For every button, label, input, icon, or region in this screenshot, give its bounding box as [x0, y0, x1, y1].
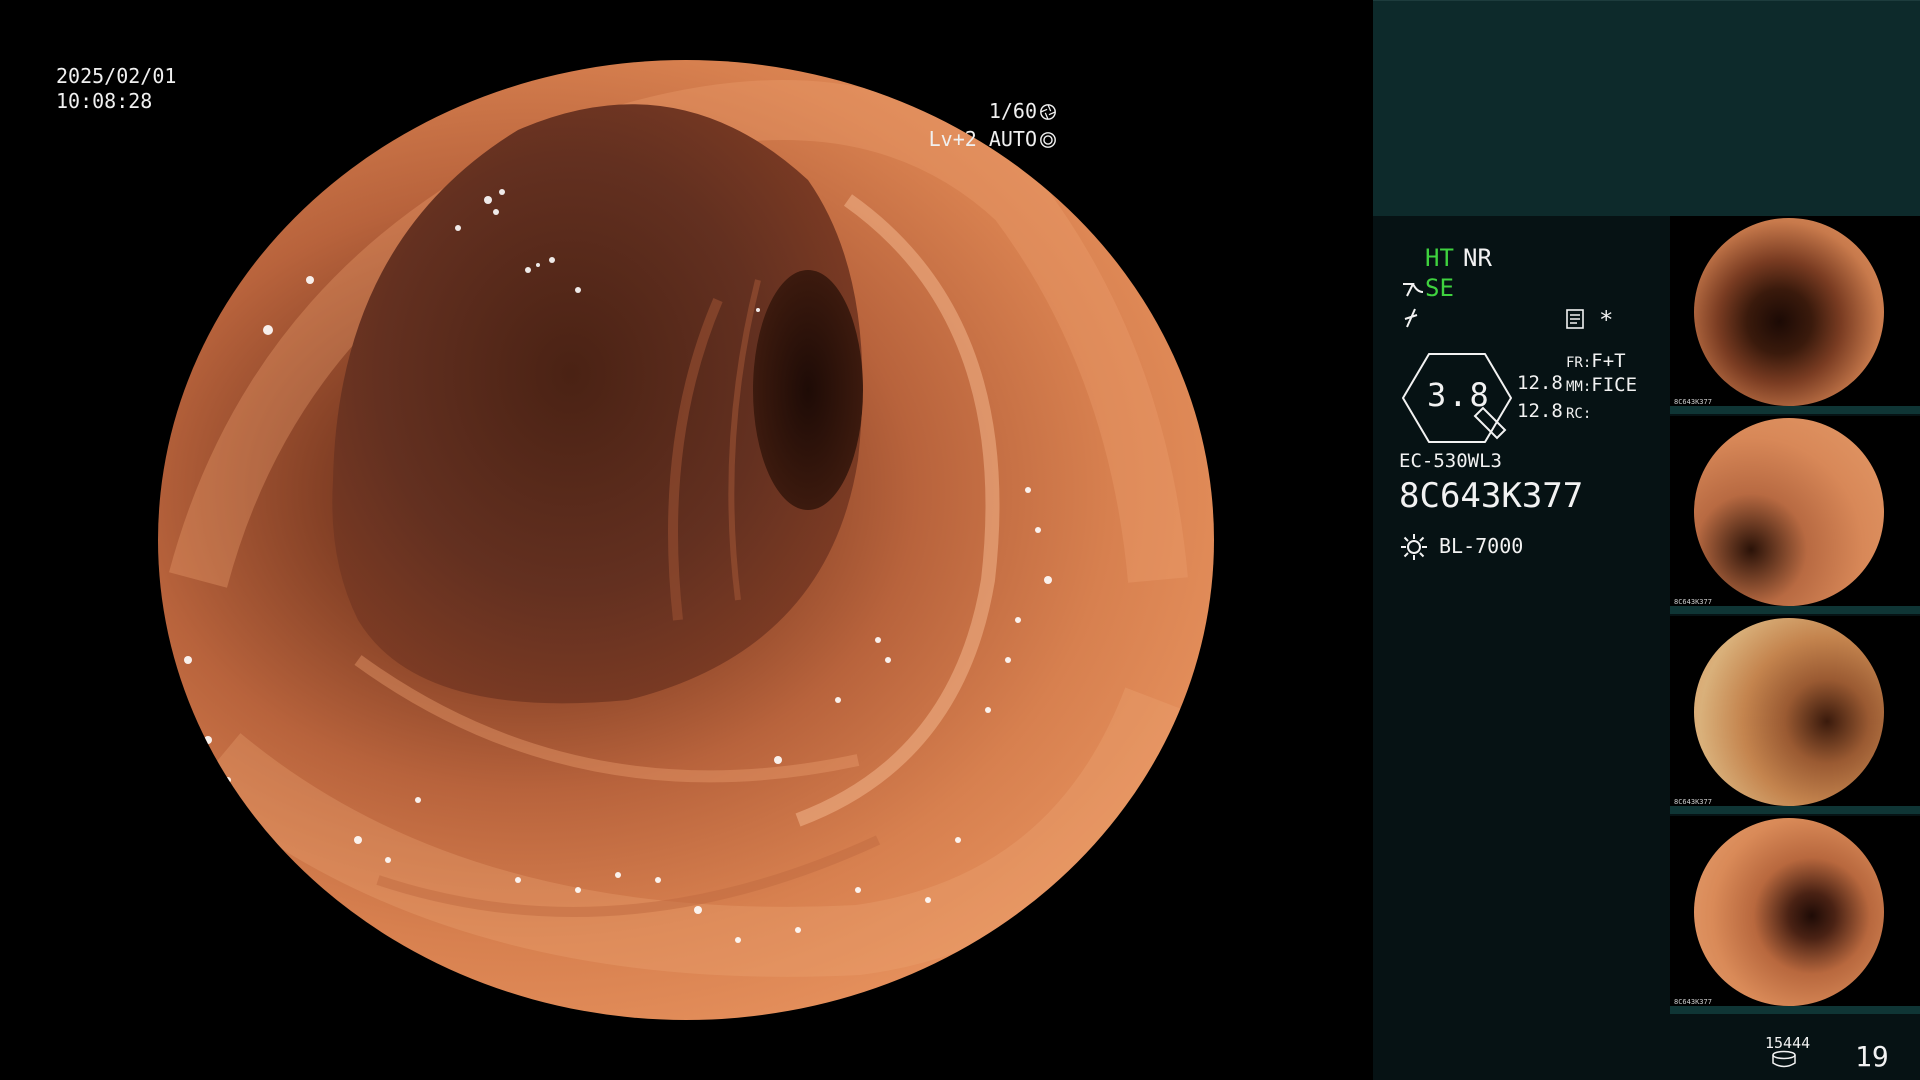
thumbnail-bar [1670, 806, 1920, 814]
rc-label: RC: [1566, 406, 1592, 422]
thumbnail-serial: 8C643K377 [1674, 398, 1712, 406]
freeze-icon [1404, 308, 1418, 328]
datetime-readout: 2025/02/01 10:08:28 [56, 64, 176, 114]
mm-row: MM:FICE [1566, 374, 1637, 396]
info-body [1373, 216, 1673, 1080]
level-readout: Lv+2 AUTO [929, 127, 1057, 152]
time-text: 10:08:28 [56, 89, 153, 113]
mode-se-label: SE [1425, 274, 1454, 302]
value-a: 12.8 [1517, 372, 1563, 394]
memo-icon [1566, 309, 1584, 329]
zoom-value: 3.8 [1427, 376, 1491, 414]
thumbnail-bar [1670, 1006, 1920, 1014]
aperture-icon [1040, 104, 1056, 120]
mode-nr-label: NR [1463, 244, 1492, 272]
scope-model: EC-530WL3 [1399, 450, 1502, 472]
mm-value: FICE [1591, 374, 1638, 396]
thumbnail-image [1694, 818, 1884, 1006]
shutter-readout: 1/60 [989, 99, 1057, 124]
scope-serial: 8C643K377 [1399, 476, 1584, 516]
value-b: 12.8 [1517, 400, 1563, 422]
mm-label: MM: [1566, 379, 1592, 395]
date-text: 2025/02/01 [56, 64, 177, 88]
thumbnail[interactable]: 8C643K377 [1670, 416, 1920, 614]
thumbnail-bar [1670, 406, 1920, 414]
level-text: Lv+2 AUTO [928, 127, 1037, 151]
endoscopic-image [158, 60, 1214, 1020]
fr-row: FR:F+T [1566, 350, 1626, 372]
fr-label: FR: [1566, 355, 1592, 371]
asterisk-indicator: * [1599, 306, 1614, 334]
info-panel: HT NR SE * 3.8 12.8 12.8 FR:F+T MM:FICE … [1373, 0, 1920, 1080]
thumbnail-image [1694, 418, 1884, 606]
thumbnail-strip: 8C643K377 8C643K377 8C643K377 8C643K377 [1670, 216, 1920, 1016]
light-source: BL-7000 [1439, 534, 1524, 558]
thumbnail-image [1694, 218, 1884, 406]
info-header [1373, 0, 1920, 216]
thumbnail-bar [1670, 606, 1920, 614]
thumbnail-image [1694, 618, 1884, 806]
fr-value: F+T [1591, 350, 1626, 372]
thumbnail-serial: 8C643K377 [1674, 798, 1712, 806]
thumbnail[interactable]: 8C643K377 [1670, 816, 1920, 1014]
thumbnail[interactable]: 8C643K377 [1670, 616, 1920, 814]
light-icon [1401, 534, 1427, 560]
database-icon [1772, 1050, 1796, 1068]
mode-ht-label: HT [1425, 244, 1454, 272]
thumbnail[interactable]: 8C643K377 [1670, 216, 1920, 414]
mucosa-illustration [169, 80, 1191, 977]
ring-icon [1040, 132, 1056, 148]
rc-row: RC: [1566, 401, 1591, 423]
scope-arrow-icon [1403, 283, 1424, 297]
shutter-text: 1/60 [988, 99, 1037, 123]
thumbnail-serial: 8C643K377 [1674, 598, 1712, 606]
thumbnail-serial: 8C643K377 [1674, 998, 1712, 1006]
image-number: 19 [1855, 1040, 1889, 1073]
endoscope-main-view: 2025/02/01 10:08:28 1/60 Lv+2 AUTO [0, 0, 1373, 1080]
